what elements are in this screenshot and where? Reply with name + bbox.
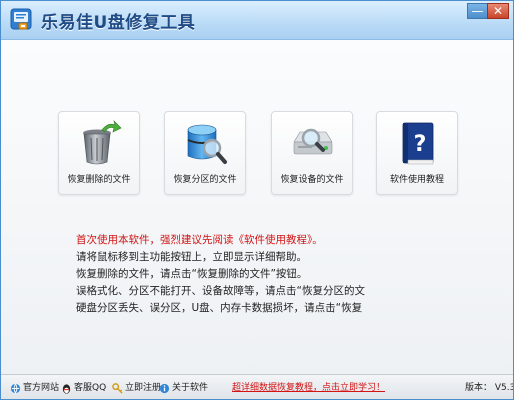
support-qq-label: 客服QQ [74, 383, 107, 393]
software-tutorial-button[interactable]: ? 软件使用教程 [376, 111, 458, 195]
tile-label: 软件使用教程 [389, 175, 444, 185]
register-now-link[interactable]: 立即注册 [112, 381, 161, 395]
info-line-deleted: 恢复删除的文件，请点击“恢复删除的文件”按钮。 [76, 268, 308, 280]
key-icon [112, 382, 123, 394]
tutorial-promo-link[interactable]: 超详细数据恢复教程，点击立即学习！ [232, 381, 385, 395]
app-title: 乐易佳U盘修复工具 [41, 13, 196, 33]
info-line-partition: 硬盘分区丢失、误分区，U盘、内存卡数据损坏，请点击“恢复 [76, 302, 363, 314]
about-software-label: 关于软件 [172, 383, 209, 393]
help-book-icon: ? [402, 122, 434, 165]
title-bar[interactable]: 乐易佳U盘修复工具 — ✕ [1, 1, 513, 40]
status-bar: 官方网站 客服QQ 立即注册 关于软件 超详细数据恢复教程，点击立即学习！ 版本… [1, 374, 513, 399]
recycle-bin-icon [83, 120, 122, 165]
info-panel: 首次使用本软件，强烈建议先阅读《软件使用教程》。 请将鼠标移到主功能按钮上，立即… [76, 232, 496, 317]
tile-label: 恢复分区的文件 [173, 175, 237, 185]
info-icon [159, 383, 170, 393]
app-logo-icon [10, 8, 32, 30]
info-line-tutorial-hint: 首次使用本软件，强烈建议先阅读《软件使用教程》。 [76, 234, 323, 246]
recover-deleted-files-button[interactable]: 恢复删除的文件 [58, 111, 140, 195]
close-button[interactable]: ✕ [487, 3, 509, 19]
info-line-hover-help: 请将鼠标移到主功能按钮上，立即显示详细帮助。 [76, 251, 307, 263]
official-website-label: 官方网站 [23, 383, 60, 393]
svg-text:?: ? [414, 132, 427, 157]
partition-magnifier-icon [187, 124, 227, 164]
official-website-link[interactable]: 官方网站 [10, 381, 59, 395]
app-window: 乐易佳U盘修复工具 — ✕ 恢复删除的文件 恢复分区的文件 恢复设备的文件 ? … [0, 0, 514, 400]
tile-label: 恢复删除的文件 [67, 175, 131, 185]
about-software-link[interactable]: 关于软件 [159, 381, 208, 395]
register-now-label: 立即注册 [125, 383, 162, 393]
hard-drive-magnifier-icon [293, 128, 333, 155]
ie-globe-icon [10, 383, 21, 394]
qq-penguin-icon [62, 383, 71, 394]
version-label: 版本： V5.3.6 [465, 383, 513, 393]
support-qq-link[interactable]: 客服QQ [61, 381, 106, 395]
tile-label: 恢复设备的文件 [280, 175, 344, 185]
minimize-button[interactable]: — [467, 3, 487, 19]
info-line-format: 误格式化、分区不能打开、设备故障等，请点击“恢复分区的文 [76, 285, 365, 297]
recover-partition-files-button[interactable]: 恢复分区的文件 [164, 111, 246, 195]
recover-device-files-button[interactable]: 恢复设备的文件 [271, 111, 353, 195]
main-content: 恢复删除的文件 恢复分区的文件 恢复设备的文件 ? 软件使用教程 首次使用本软件… [1, 40, 513, 374]
